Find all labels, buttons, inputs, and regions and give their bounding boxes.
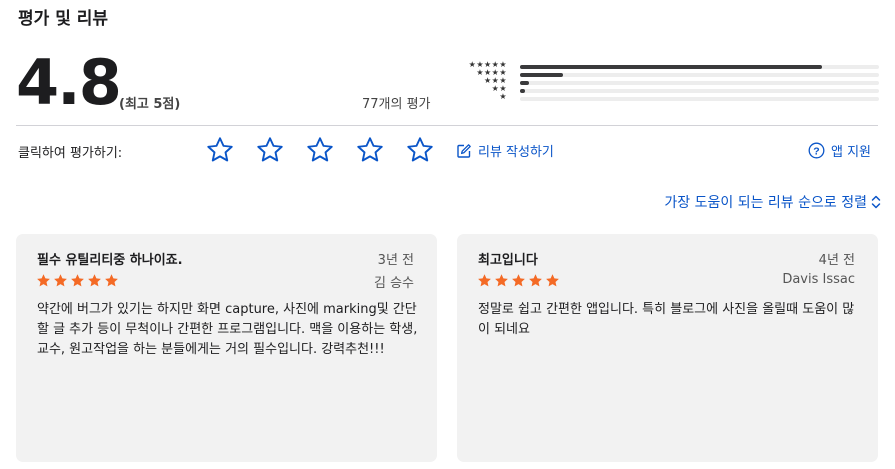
histogram-fill bbox=[520, 89, 526, 93]
histogram-fill bbox=[520, 81, 529, 85]
rating-count: 77개의 평가 bbox=[362, 97, 431, 112]
divider bbox=[16, 125, 878, 126]
star-filled-icon bbox=[37, 274, 50, 287]
review-date: 3년 전 bbox=[377, 253, 414, 268]
star-outline-icon bbox=[257, 137, 283, 162]
review-card: 필수 유틸리티중 하나이죠. 3년 전 김 승수 약간에 버그가 있기는 하지만… bbox=[16, 234, 437, 462]
review-body: 정말로 쉽고 간편한 앱입니다. 특히 블로그에 사진을 올릴때 도움이 많이 … bbox=[478, 302, 855, 337]
histogram-fill bbox=[520, 65, 822, 69]
histogram-row-5: ★★★★★ bbox=[455, 60, 879, 70]
rate-star-4-button[interactable] bbox=[355, 135, 385, 165]
histogram-track bbox=[520, 73, 879, 77]
review-stars bbox=[36, 273, 119, 288]
star-filled-icon bbox=[546, 274, 559, 287]
histogram-track bbox=[520, 97, 879, 101]
help-circle-icon: ? bbox=[808, 142, 825, 159]
star-outline-icon bbox=[307, 137, 333, 162]
review-card: 최고입니다 4년 전 Davis Issac 정말로 쉽고 간편한 앱입니다. … bbox=[457, 234, 878, 462]
rate-star-5-button[interactable] bbox=[405, 135, 435, 165]
rate-star-3-button[interactable] bbox=[305, 135, 335, 165]
compose-icon bbox=[457, 143, 471, 158]
histogram-fill bbox=[520, 73, 564, 77]
star-outline-icon bbox=[407, 137, 433, 162]
star-outline-icon bbox=[207, 137, 233, 162]
star-filled-icon bbox=[478, 274, 491, 287]
histogram-row-2: ★★ bbox=[455, 84, 879, 94]
histogram-row-4: ★★★★ bbox=[455, 68, 879, 78]
star-filled-icon bbox=[54, 274, 67, 287]
star-filled-icon bbox=[105, 274, 118, 287]
review-body: 약간에 버그가 있기는 하지만 화면 capture, 사진에 marking및… bbox=[37, 302, 418, 357]
rate-star-1-button[interactable] bbox=[205, 135, 235, 165]
histogram-track bbox=[520, 81, 879, 85]
average-rating: 4.8 bbox=[16, 46, 122, 119]
rating-scale: (최고 5점) bbox=[119, 97, 181, 112]
histogram-row-1: ★ bbox=[455, 92, 879, 102]
rate-star-2-button[interactable] bbox=[255, 135, 285, 165]
star-filled-icon bbox=[495, 274, 508, 287]
review-author: 김 승수 bbox=[373, 276, 414, 291]
star-filled-icon bbox=[529, 274, 542, 287]
review-title: 최고입니다 bbox=[478, 253, 538, 268]
star-filled-icon bbox=[71, 274, 84, 287]
write-review-link[interactable]: 리뷰 작성하기 bbox=[456, 141, 554, 160]
sort-label: 가장 도움이 되는 리뷰 순으로 정렬 bbox=[664, 195, 867, 211]
histogram-track bbox=[520, 65, 879, 69]
star-filled-icon bbox=[88, 274, 101, 287]
histogram-stars-1: ★ bbox=[499, 92, 507, 101]
chevron-up-down-icon bbox=[871, 195, 881, 209]
review-author: Davis Issac bbox=[782, 272, 855, 287]
star-outline-icon bbox=[357, 137, 383, 162]
app-support-label: 앱 지원 bbox=[831, 145, 872, 160]
click-to-rate-label: 클릭하여 평가하기: bbox=[18, 146, 123, 161]
review-title: 필수 유틸리티중 하나이죠. bbox=[37, 253, 183, 268]
write-review-label: 리뷰 작성하기 bbox=[478, 145, 554, 160]
section-title: 평가 및 리뷰 bbox=[18, 9, 109, 29]
app-support-link[interactable]: ? 앱 지원 bbox=[808, 141, 871, 160]
review-date: 4년 전 bbox=[818, 253, 855, 268]
histogram-row-3: ★★★ bbox=[455, 76, 879, 86]
histogram-track bbox=[520, 89, 879, 93]
star-filled-icon bbox=[512, 274, 525, 287]
svg-text:?: ? bbox=[813, 145, 819, 157]
review-stars bbox=[477, 273, 560, 288]
sort-dropdown[interactable]: 가장 도움이 되는 리뷰 순으로 정렬 bbox=[664, 192, 881, 212]
